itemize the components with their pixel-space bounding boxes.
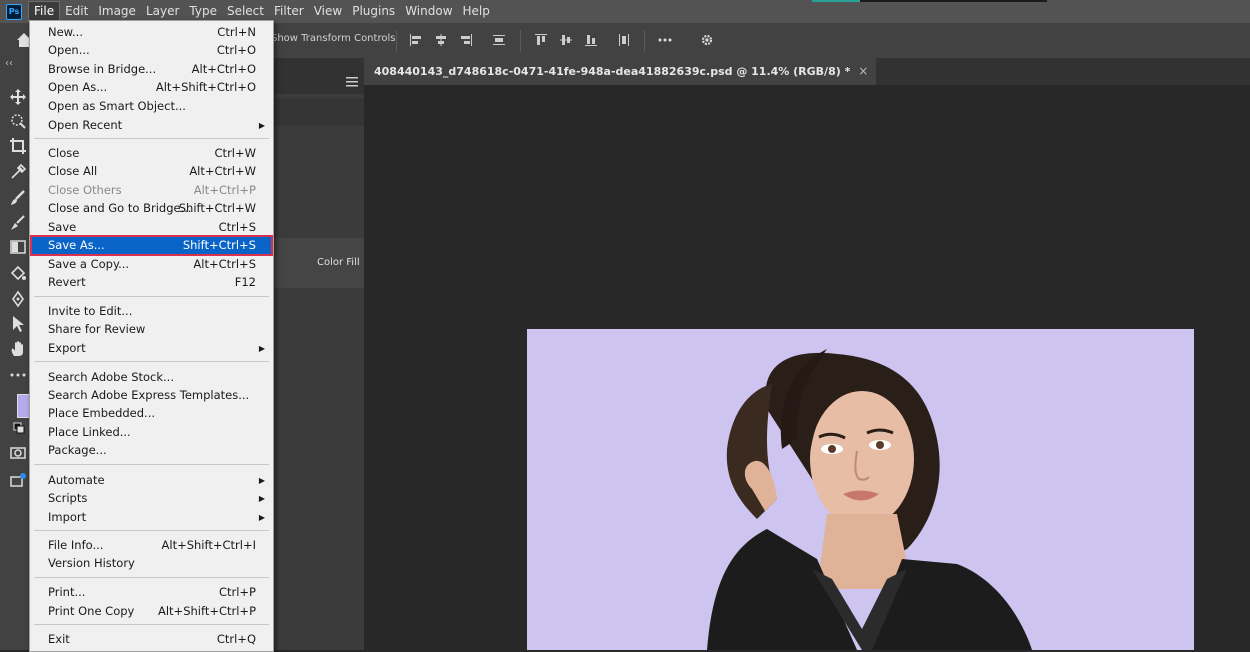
align-bottom-edges-icon[interactable] (584, 33, 598, 47)
menu-item-open-as[interactable]: Open As... Alt+Shift+Ctrl+O (31, 78, 272, 97)
layer-name: Color Fill 1 (317, 257, 370, 268)
document-tab-bar: 408440143_d748618c-0471-41fe-948a-dea418… (364, 58, 1250, 85)
clone-stamp-tool-icon[interactable] (9, 214, 27, 232)
collapse-panel-icon[interactable]: ‹‹ (5, 58, 13, 69)
swap-colors-icon[interactable] (13, 422, 25, 434)
align-top-edges-icon[interactable] (534, 33, 548, 47)
menu-help[interactable]: Help (458, 0, 495, 23)
gear-icon[interactable] (700, 33, 714, 47)
menu-separator (34, 577, 269, 578)
menu-item-close-others: Close Others Alt+Ctrl+P (48, 183, 256, 197)
align-left-edges-icon[interactable] (409, 33, 423, 47)
align-vertical-centers-icon[interactable] (559, 33, 573, 47)
align-horizontal-centers-icon[interactable] (434, 33, 448, 47)
menu-item-print-one-copy[interactable]: Print One Copy Alt+Shift+Ctrl+P (31, 602, 272, 621)
menu-view[interactable]: View (309, 0, 347, 23)
eyedropper-tool-icon[interactable] (9, 163, 27, 181)
menu-item-place-linked[interactable]: Place Linked... (31, 423, 272, 442)
document-tab-title: 408440143_d748618c-0471-41fe-948a-dea418… (374, 65, 851, 78)
file-menu-dropdown: New... Ctrl+N Open... Ctrl+O Browse in Bri… (29, 20, 274, 652)
gradient-tool-icon[interactable] (9, 238, 27, 256)
menu-separator (34, 296, 269, 297)
menu-item-print[interactable]: Print... Ctrl+P (31, 583, 272, 602)
menu-separator (34, 138, 269, 139)
more-tools-icon[interactable] (9, 366, 27, 384)
menu-item-place-embedded[interactable]: Place Embedded... (31, 404, 272, 423)
menu-window[interactable]: Window (400, 0, 457, 23)
options-separator (644, 30, 645, 52)
submenu-arrow-icon: ▶ (258, 513, 265, 522)
menu-item-invite-to-edit[interactable]: Invite to Edit... (31, 302, 272, 321)
menu-item-close-all[interactable]: Close All Alt+Ctrl+W (31, 162, 272, 181)
options-separator (396, 30, 397, 52)
menu-separator (34, 361, 269, 362)
path-selection-tool-icon[interactable] (9, 315, 27, 333)
menu-item-open[interactable]: Open... Ctrl+O (31, 41, 272, 60)
crop-tool-icon[interactable] (9, 137, 27, 155)
portrait-photo (707, 349, 1032, 650)
brush-tool-icon[interactable] (9, 189, 27, 207)
menu-item-import[interactable]: Import ▶ (31, 508, 272, 527)
menu-separator (34, 464, 269, 465)
menu-item-export[interactable]: Export ▶ (31, 339, 272, 358)
submenu-arrow-icon: ▶ (258, 494, 265, 503)
panel-menu-icon[interactable] (346, 77, 358, 87)
menu-item-search-adobe-express-templates[interactable]: Search Adobe Express Templates... (31, 386, 272, 405)
hand-tool-icon[interactable] (9, 340, 27, 358)
submenu-arrow-icon: ▶ (258, 121, 265, 130)
object-selection-tool-icon[interactable] (9, 112, 27, 130)
more-options-icon[interactable] (658, 33, 672, 47)
menu-item-search-adobe-stock[interactable]: Search Adobe Stock... (31, 368, 272, 387)
menu-item-close-and-go-to-bridge[interactable]: Close and Go to Bridge... Shift+Ctrl+W (31, 199, 272, 218)
screen-mode-icon[interactable] (9, 472, 27, 490)
menu-item-revert[interactable]: Revert F12 (31, 273, 272, 292)
menu-item-package[interactable]: Package... (31, 441, 272, 460)
close-icon[interactable]: × (858, 58, 868, 85)
options-separator (520, 30, 521, 52)
align-right-edges-icon[interactable] (459, 33, 473, 47)
photoshop-logo: Ps (6, 3, 22, 20)
menu-filter[interactable]: Filter (269, 0, 309, 23)
quick-mask-icon[interactable] (9, 444, 27, 462)
document-tab[interactable]: 408440143_d748618c-0471-41fe-948a-dea418… (364, 58, 877, 85)
menu-item-save-as[interactable]: Save As... Shift+Ctrl+S (30, 235, 273, 256)
menu-item-scripts[interactable]: Scripts ▶ (31, 489, 272, 508)
menu-item-version-history[interactable]: Version History (31, 554, 272, 573)
pen-tool-icon[interactable] (9, 290, 27, 308)
menu-item-save[interactable]: Save Ctrl+S (31, 218, 272, 237)
menu-item-new[interactable]: New... Ctrl+N (31, 23, 272, 42)
menu-separator (34, 530, 269, 531)
menu-item-share-for-review[interactable]: Share for Review (31, 320, 272, 339)
menu-item-automate[interactable]: Automate ▶ (31, 471, 272, 490)
menu-item-close[interactable]: Close Ctrl+W (31, 144, 272, 163)
menu-item-open-recent[interactable]: Open Recent ▶ (31, 116, 272, 135)
title-bar-accent (812, 0, 860, 2)
menu-item-exit[interactable]: Exit Ctrl+Q (31, 630, 272, 649)
menu-plugins[interactable]: Plugins (347, 0, 400, 23)
menu-item-save-a-copy[interactable]: Save a Copy... Alt+Ctrl+S (31, 255, 272, 274)
menu-separator (34, 624, 269, 625)
distribute-horizontal-icon[interactable] (617, 33, 631, 47)
submenu-arrow-icon: ▶ (258, 476, 265, 485)
title-bar-segment (860, 0, 1047, 2)
menu-item-open-as-smart-object[interactable]: Open as Smart Object... (31, 97, 272, 116)
document-canvas-image[interactable] (527, 329, 1194, 650)
submenu-arrow-icon: ▶ (258, 344, 265, 353)
menu-file[interactable]: File (28, 1, 61, 22)
distribute-vertical-icon[interactable] (492, 33, 506, 47)
move-tool-icon[interactable] (9, 88, 27, 106)
show-transform-controls-label: Show Transform Controls (271, 33, 396, 44)
panel-row (274, 98, 364, 126)
menu-item-browse-in-bridge[interactable]: Browse in Bridge... Alt+Ctrl+O (31, 60, 272, 79)
menu-item-file-info[interactable]: File Info... Alt+Shift+Ctrl+I (31, 536, 272, 555)
paint-bucket-tool-icon[interactable] (9, 264, 27, 282)
